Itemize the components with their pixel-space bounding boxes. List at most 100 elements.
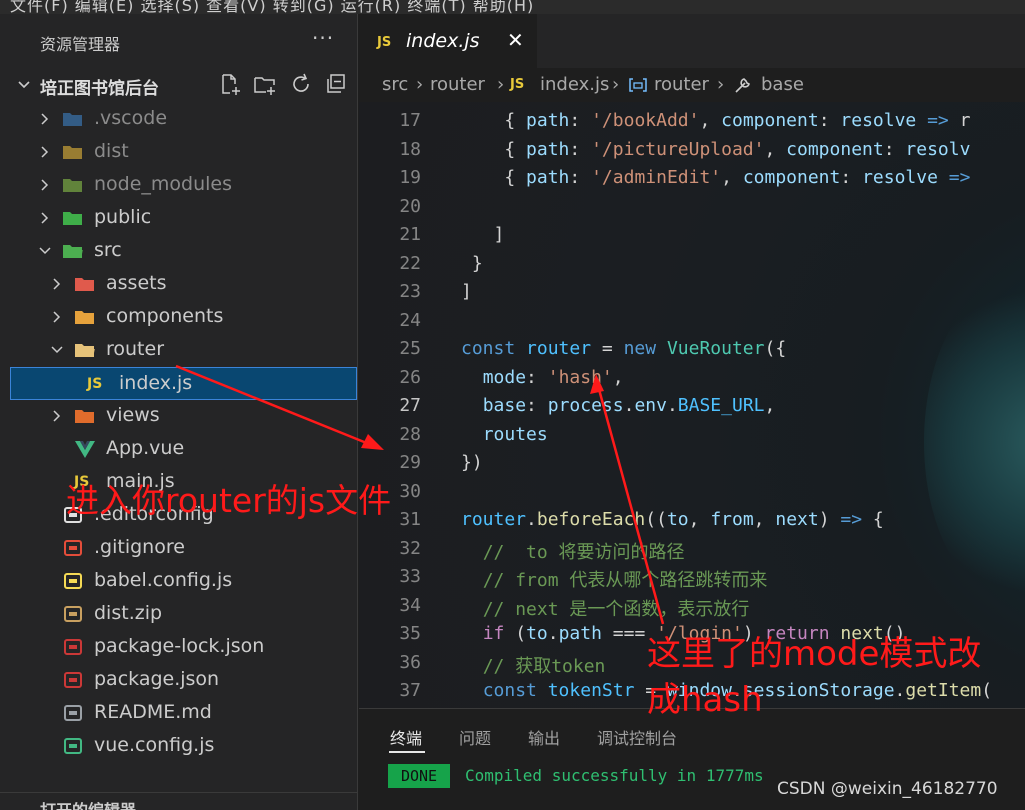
app-vue-file[interactable]: App.vue <box>0 433 357 466</box>
code-text: { path: '/bookAdd', component: resolve =… <box>504 110 971 131</box>
more-actions-icon[interactable]: ··· <box>312 26 334 50</box>
vue-config-file[interactable]: vue.config.js <box>0 730 357 763</box>
code-line[interactable]: 20 <box>359 193 1025 222</box>
code-text: // next 是一个函数，表示放行 <box>482 598 750 620</box>
tab-debug-console[interactable]: 调试控制台 <box>597 725 677 749</box>
file-tree-label: router <box>106 338 165 360</box>
code-line[interactable]: 29}) <box>359 449 1025 478</box>
line-number: 29 <box>399 452 421 473</box>
code-line[interactable]: 26 mode: 'hash', <box>359 364 1025 393</box>
breadcrumb-symbol-router[interactable]: router <box>654 74 709 95</box>
file-tree-label: babel.config.js <box>94 569 233 591</box>
new-folder-icon[interactable] <box>253 72 277 96</box>
project-root-row[interactable]: 培正图书馆后台 <box>0 70 357 100</box>
code-line[interactable]: 17 { path: '/bookAdd', component: resolv… <box>359 107 1025 136</box>
views-folder-icon <box>74 406 96 426</box>
breadcrumb-file[interactable]: index.js <box>540 74 609 95</box>
open-editors-section[interactable]: 打开的编辑器 <box>0 792 357 810</box>
babel-config-file[interactable]: babel.config.js <box>0 565 357 598</box>
code-line[interactable]: 27 base: process.env.BASE_URL, <box>359 392 1025 421</box>
line-number: 21 <box>399 224 421 245</box>
line-number: 26 <box>399 366 421 388</box>
code-editor[interactable]: 17 { path: '/bookAdd', component: resolv… <box>359 102 1025 708</box>
code-line[interactable]: 21 ] <box>359 221 1025 250</box>
zip-icon <box>62 604 84 624</box>
code-line[interactable]: 31 router.beforeEach((to, from, next) => … <box>359 506 1025 535</box>
tab-output[interactable]: 输出 <box>528 725 560 749</box>
src-folder[interactable]: src <box>0 235 357 268</box>
code-line[interactable]: 19 { path: '/adminEdit', component: reso… <box>359 164 1025 193</box>
breadcrumb-router[interactable]: router <box>430 74 485 95</box>
chevron-down-icon <box>39 247 51 255</box>
dist-zip-file[interactable]: dist.zip <box>0 598 357 631</box>
breadcrumb-separator: › <box>416 74 424 95</box>
code-text: // to 将要访问的路径 <box>482 541 685 563</box>
components-folder[interactable]: components <box>0 301 357 334</box>
code-line[interactable]: 23] <box>359 278 1025 307</box>
package-json-file[interactable]: package.json <box>0 664 357 697</box>
code-line[interactable]: 25 const router = new VueRouter({ <box>359 335 1025 364</box>
tab-terminal[interactable]: 终端 <box>390 725 422 749</box>
package-lock-file[interactable]: package-lock.json <box>0 631 357 664</box>
js-file-icon: JS <box>510 77 525 92</box>
explorer-title: 资源管理器 <box>40 35 121 54</box>
index-js-file[interactable]: JS index.js <box>10 367 357 400</box>
code-text: routes <box>482 423 548 445</box>
new-file-icon[interactable] <box>218 72 242 96</box>
breadcrumb-separator: › <box>497 74 505 95</box>
chevron-right-icon <box>53 311 61 323</box>
symbol-variable-icon <box>629 78 647 92</box>
js-file-icon: JS <box>377 35 392 50</box>
node-modules-folder[interactable]: node_modules <box>0 169 357 202</box>
assets-folder-icon <box>74 274 96 294</box>
views-folder[interactable]: views <box>0 400 357 433</box>
src-folder-icon <box>62 241 84 261</box>
active-tab-indicator <box>389 751 425 753</box>
tab-problems[interactable]: 问题 <box>459 725 491 749</box>
file-tree-label: components <box>106 305 224 327</box>
refresh-icon[interactable] <box>289 72 313 96</box>
line-number: 34 <box>399 594 421 616</box>
line-number: 33 <box>399 566 421 587</box>
chevron-down-icon <box>18 81 30 89</box>
annotation-right-line2: 成hash <box>647 680 763 720</box>
code-line[interactable]: 30 <box>359 478 1025 507</box>
code-line[interactable]: 28 routes <box>359 421 1025 450</box>
collapse-all-icon[interactable] <box>324 72 348 96</box>
breadcrumb-symbol-base[interactable]: base <box>761 74 804 95</box>
code-text: // from 代表从哪个路径跳转而来 <box>482 570 768 591</box>
breadcrumb-src[interactable]: src <box>382 74 408 95</box>
line-number: 28 <box>399 423 421 445</box>
code-text: ] <box>493 224 505 245</box>
router-folder[interactable]: router <box>0 334 357 367</box>
annotation-left: 进入你router的js文件 <box>66 481 392 520</box>
code-text: router.beforeEach((to, from, next) => { <box>461 509 884 530</box>
tab-index-js[interactable]: JS index.js ✕ <box>359 14 537 68</box>
file-tree-label: vue.config.js <box>94 734 215 756</box>
gitignore-file[interactable]: .gitignore <box>0 532 357 565</box>
annotation-right-line1: 这里了的mode模式改 <box>647 634 982 674</box>
wrench-icon <box>735 78 750 93</box>
chevron-right-icon <box>41 179 49 191</box>
code-line[interactable]: 18 { path: '/pictureUpload', component: … <box>359 136 1025 165</box>
dist-folder-icon <box>62 142 84 162</box>
code-line[interactable]: 34 // next 是一个函数，表示放行 <box>359 592 1025 621</box>
assets-folder[interactable]: assets <box>0 268 357 301</box>
vue-config-icon <box>62 736 84 756</box>
code-line[interactable]: 24 <box>359 307 1025 336</box>
line-number: 19 <box>399 167 421 188</box>
chevron-down-icon <box>51 346 63 354</box>
line-number: 35 <box>399 623 421 644</box>
file-tree-label: .vscode <box>94 107 168 129</box>
dist-folder[interactable]: dist <box>0 136 357 169</box>
tab-label: index.js <box>406 30 480 52</box>
public-folder[interactable]: public <box>0 202 357 235</box>
code-line[interactable]: 32 // to 将要访问的路径 <box>359 535 1025 564</box>
readme-file[interactable]: README.md <box>0 697 357 730</box>
chevron-right-icon <box>53 410 61 422</box>
code-line[interactable]: 33 // from 代表从哪个路径跳转而来 <box>359 563 1025 592</box>
code-line[interactable]: 22 } <box>359 250 1025 279</box>
line-number: 23 <box>399 281 421 302</box>
close-icon[interactable]: ✕ <box>507 28 524 52</box>
vscode-folder[interactable]: .vscode <box>0 103 357 136</box>
